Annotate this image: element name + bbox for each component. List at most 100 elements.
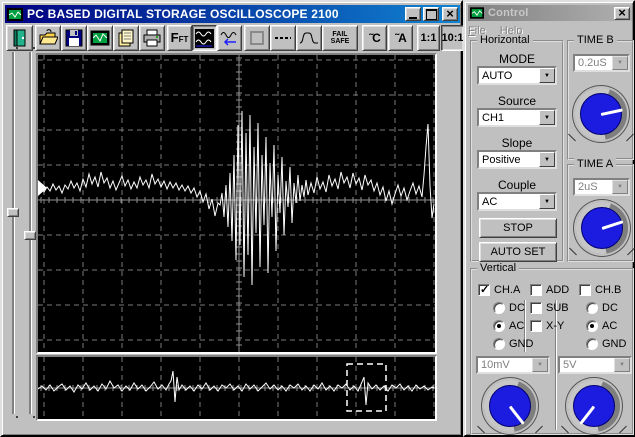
source-select[interactable]: CH1 — [477, 108, 557, 127]
ch-a-position-slider[interactable] — [12, 52, 15, 414]
open-button[interactable] — [35, 25, 61, 51]
slope-value: Positive — [482, 153, 521, 166]
show-display-button[interactable] — [87, 25, 113, 51]
ch-b-gain-knob[interactable] — [568, 380, 620, 432]
waveform-display-icon — [195, 28, 214, 48]
ch-a-gain-knob[interactable] — [484, 380, 536, 432]
display-icon — [90, 30, 110, 46]
couple-select[interactable]: AC — [477, 192, 557, 211]
radio-icon — [493, 302, 505, 314]
auto-set-button[interactable]: AUTO SET — [479, 242, 557, 262]
add-checkbox[interactable]: ADD — [530, 284, 569, 296]
ch-a-dc-radio[interactable]: DC — [493, 302, 525, 314]
ch-b-gnd-radio[interactable]: GND — [586, 338, 626, 350]
exit-button[interactable] — [6, 25, 33, 51]
close-icon[interactable] — [442, 7, 458, 21]
waveform-arrow-button[interactable] — [217, 25, 242, 51]
radio-icon — [586, 338, 598, 350]
couple-value: AC — [482, 195, 498, 208]
main-scope-trace — [38, 55, 435, 352]
time-b-group: TIME B 0.2uS — [567, 34, 634, 160]
slider-tick — [33, 416, 35, 418]
time-b-group-label: TIME B — [574, 34, 617, 46]
source-value: CH1 — [482, 111, 505, 124]
ratio-10-1-button[interactable]: 10:1 — [441, 25, 464, 51]
main-scope-display — [36, 53, 437, 354]
save-button[interactable] — [61, 25, 87, 51]
ch-a-gnd-label: GND — [509, 338, 534, 350]
ch-a-dc-label: DC — [509, 302, 525, 314]
ch-b-label: CH.B — [595, 284, 622, 296]
ch-b-dc-radio[interactable]: DC — [586, 302, 618, 314]
ch-a-gnd-radio[interactable]: GND — [493, 338, 533, 350]
time-a-knob[interactable] — [576, 202, 628, 254]
open-icon — [39, 29, 58, 45]
waveform-display-button[interactable] — [192, 25, 217, 51]
stop-button[interactable]: STOP — [479, 218, 557, 238]
radio-icon — [493, 338, 505, 350]
time-a-value: 2uS — [578, 181, 598, 193]
fft-label: FFT — [170, 29, 189, 45]
ch-b-ac-radio[interactable]: AC — [586, 320, 617, 332]
ratio-1-1-button[interactable]: 1:1 — [417, 25, 440, 51]
xy-label: X-Y — [546, 320, 565, 332]
ch-a-position-slider-thumb[interactable] — [7, 208, 19, 217]
time-b-knob[interactable] — [575, 88, 627, 140]
chevron-down-icon — [614, 358, 630, 372]
overview-scope-trace[interactable] — [38, 357, 435, 419]
ch-a-checkbox[interactable]: CH.A — [478, 283, 520, 296]
control-titlebar[interactable]: Control — [468, 5, 632, 21]
mode-select[interactable]: AUTO — [477, 66, 557, 85]
couple-label: Couple — [497, 178, 537, 192]
dashed-line-button[interactable] — [270, 25, 296, 51]
chevron-down-icon[interactable] — [539, 110, 555, 125]
time-a-select: 2uS — [573, 178, 630, 196]
xy-checkbox[interactable]: X-Y — [530, 320, 564, 332]
ch-b-position-slider-thumb[interactable] — [24, 231, 36, 240]
ch-a-range-select: 10mV — [476, 356, 550, 374]
mode-value: AUTO — [482, 69, 513, 82]
ch-a-ac-radio[interactable]: AC — [493, 320, 524, 332]
temp-c-button[interactable]: ˜C — [362, 25, 387, 51]
grid-icon — [250, 31, 264, 45]
chevron-down-icon — [532, 358, 548, 372]
ch-b-range-select: 5V — [558, 356, 632, 374]
close-icon[interactable] — [614, 6, 630, 20]
exit-icon — [13, 29, 25, 47]
overview-scope-display[interactable] — [36, 355, 437, 421]
checkbox-icon — [530, 284, 542, 296]
smooth-wave-button[interactable] — [296, 25, 322, 51]
scope-app-icon — [470, 7, 484, 19]
chevron-down-icon[interactable] — [539, 68, 555, 83]
oscilloscope-window: PC BASED DIGITAL STORAGE OSCILLOSCOPE 21… — [0, 0, 464, 437]
horizontal-group: Horizontal MODE AUTO Source CH1 Slope Po… — [470, 34, 564, 262]
slope-label: Slope — [501, 136, 533, 150]
minimize-icon[interactable] — [405, 7, 421, 21]
smooth-wave-icon — [299, 32, 318, 44]
checkbox-icon — [579, 284, 591, 296]
control-window: Control File Help Horizontal MODE AUTO S… — [463, 0, 635, 437]
slope-select[interactable]: Positive — [477, 150, 557, 169]
print-button[interactable] — [139, 25, 165, 51]
grid-button[interactable] — [244, 25, 270, 51]
mode-label: MODE — [499, 52, 535, 66]
temp-a-label: ˜A — [395, 30, 407, 45]
fft-button[interactable]: FFT — [167, 25, 192, 51]
ratio-1-1-label: 1:1 — [420, 31, 437, 44]
time-a-group: TIME A 2uS — [567, 158, 634, 262]
chevron-down-icon[interactable] — [539, 194, 555, 209]
ch-b-ac-label: AC — [602, 320, 618, 332]
failsafe-button[interactable]: FAIL SAFE — [322, 25, 358, 51]
ch-a-ac-label: AC — [509, 320, 525, 332]
ch-b-checkbox[interactable]: CH.B — [579, 284, 621, 296]
chevron-down-icon — [612, 180, 628, 194]
maximize-icon[interactable] — [423, 7, 439, 21]
slider-tick — [33, 47, 35, 49]
notes-button[interactable] — [113, 25, 139, 51]
temp-a-button[interactable]: ˜A — [388, 25, 413, 51]
sub-checkbox[interactable]: SUB — [530, 302, 569, 314]
time-b-value: 0.2uS — [578, 57, 607, 69]
main-titlebar[interactable]: PC BASED DIGITAL STORAGE OSCILLOSCOPE 21… — [5, 5, 460, 23]
chevron-down-icon[interactable] — [539, 152, 555, 167]
ch-b-dc-label: DC — [602, 302, 618, 314]
